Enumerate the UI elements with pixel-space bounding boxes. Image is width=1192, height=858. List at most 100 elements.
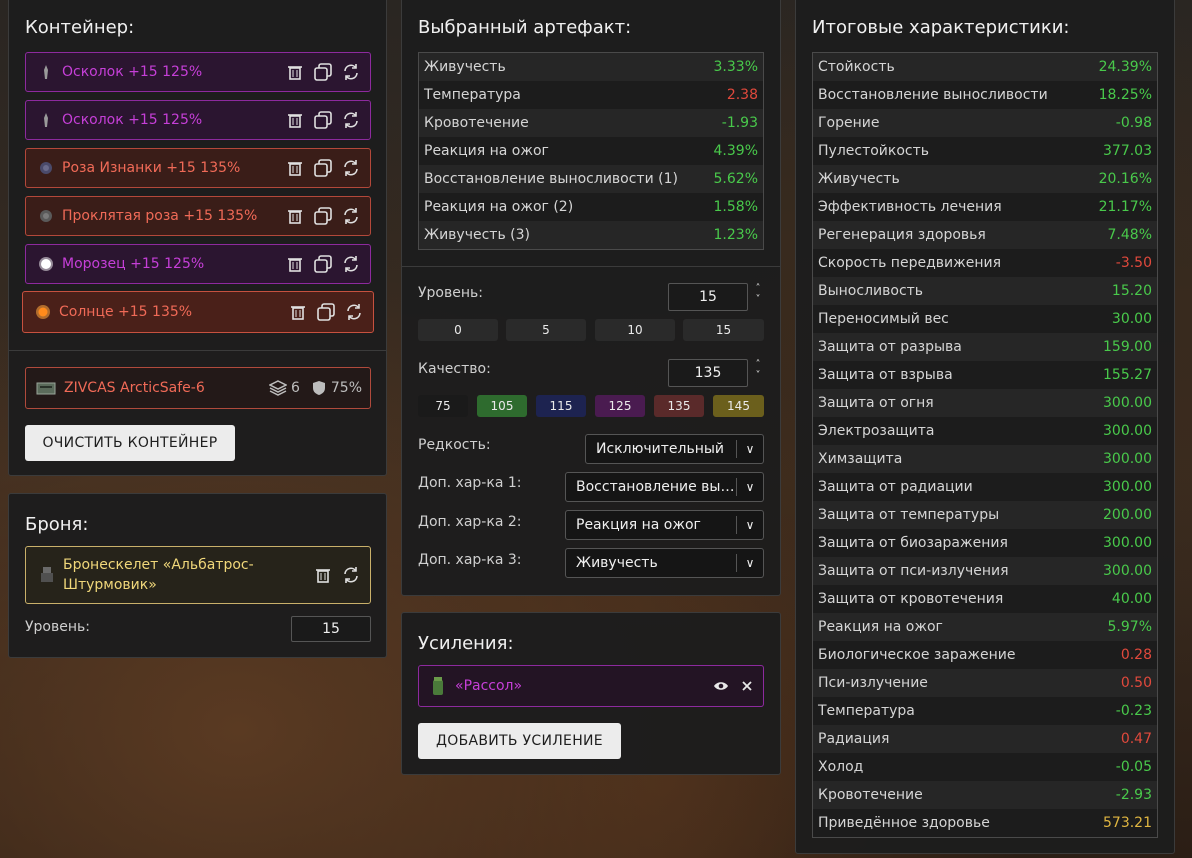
stat-value: 40.00 xyxy=(1111,591,1152,607)
level-input[interactable]: 15 xyxy=(668,283,748,311)
container-item-selected[interactable]: Солнце +15 135% xyxy=(22,291,374,333)
stat-value: 300.00 xyxy=(1103,535,1152,551)
trash-icon[interactable] xyxy=(286,207,304,225)
stat-value: 1.23% xyxy=(713,227,758,243)
swap-icon[interactable] xyxy=(342,566,360,588)
table-row: Радиация 0.47 xyxy=(813,725,1157,753)
container-item[interactable]: Роза Изнанки +15 135% xyxy=(25,148,371,188)
chevron-down-icon: ∨ xyxy=(745,556,755,570)
eye-icon[interactable] xyxy=(713,680,729,692)
stat-value: 573.21 xyxy=(1103,815,1152,831)
container-item[interactable]: Проклятая роза +15 135% xyxy=(25,196,371,236)
table-row: Пси-излучение 0.50 xyxy=(813,669,1157,697)
stat-value: -0.23 xyxy=(1115,703,1152,719)
quality-preset-button[interactable]: 105 xyxy=(477,395,527,417)
extra2-value: Реакция на ожог xyxy=(576,517,701,533)
armor-level-input[interactable]: 15 xyxy=(291,616,371,642)
swap-icon[interactable] xyxy=(345,303,363,321)
table-row: Переносимый вес 30.00 xyxy=(813,305,1157,333)
table-row: Защита от разрыва 159.00 xyxy=(813,333,1157,361)
stat-name: Реакция на ожог xyxy=(424,143,549,159)
table-row: Защита от пси-излучения 300.00 xyxy=(813,557,1157,585)
quality-input[interactable]: 135 xyxy=(668,359,748,387)
table-row: Защита от радиации 300.00 xyxy=(813,473,1157,501)
copy-icon[interactable] xyxy=(314,255,332,273)
quality-preset-button[interactable]: 75 xyxy=(418,395,468,417)
stat-value: 200.00 xyxy=(1103,507,1152,523)
divider xyxy=(402,266,780,267)
case-slots: 6 xyxy=(290,380,300,396)
container-case[interactable]: ZIVCAS ArcticSafe-6 6 75% xyxy=(25,367,371,409)
table-row: Кровотечение -1.93 xyxy=(419,109,763,137)
copy-icon[interactable] xyxy=(314,207,332,225)
trash-icon[interactable] xyxy=(286,111,304,129)
stat-name: Защита от температуры xyxy=(818,507,1000,523)
quality-label: Качество: xyxy=(418,361,491,377)
stat-name: Защита от пси-излучения xyxy=(818,563,1009,579)
trash-icon[interactable] xyxy=(286,159,304,177)
stat-value: 300.00 xyxy=(1103,395,1152,411)
trash-icon[interactable] xyxy=(316,567,330,587)
level-preset-button[interactable]: 10 xyxy=(595,319,675,341)
swap-icon[interactable] xyxy=(342,207,360,225)
table-row: Живучесть (3) 1.23% xyxy=(419,221,763,249)
stat-value: -2.93 xyxy=(1115,787,1152,803)
armor-item[interactable]: Бронескелет «Альбатрос-Штурмовик» xyxy=(25,546,371,604)
boost-item[interactable]: «Рассол» xyxy=(418,665,764,707)
level-preset-button[interactable]: 15 xyxy=(683,319,764,341)
container-item[interactable]: Осколок +15 125% xyxy=(25,100,371,140)
armor-name: Бронескелет «Альбатрос-Штурмовик» xyxy=(63,557,254,593)
table-row: Реакция на ожог 5.97% xyxy=(813,613,1157,641)
level-preset-button[interactable]: 0 xyxy=(418,319,498,341)
add-boost-button[interactable]: ДОБАВИТЬ УСИЛЕНИЕ xyxy=(418,723,621,759)
swap-icon[interactable] xyxy=(342,111,360,129)
quality-preset-button[interactable]: 115 xyxy=(536,395,586,417)
shard-icon xyxy=(38,64,54,80)
divider xyxy=(9,350,386,351)
copy-icon[interactable] xyxy=(314,111,332,129)
artifact-stats-table: Живучесть 3.33% Температура 2.38 Кровотече… xyxy=(418,52,764,250)
extra1-select[interactable]: Восстановление выносливости ∨ xyxy=(565,472,764,502)
quality-preset-button[interactable]: 135 xyxy=(654,395,704,417)
swap-icon[interactable] xyxy=(342,63,360,81)
totals-title: Итоговые характеристики: xyxy=(812,17,1070,38)
stat-value: -3.50 xyxy=(1115,255,1152,271)
table-row: Биологическое заражение 0.28 xyxy=(813,641,1157,669)
stat-value: 5.97% xyxy=(1107,619,1152,635)
trash-icon[interactable] xyxy=(286,63,304,81)
stat-name: Живучесть (3) xyxy=(424,227,530,243)
stat-value: 18.25% xyxy=(1098,87,1152,103)
clear-container-button[interactable]: ОЧИСТИТЬ КОНТЕЙНЕР xyxy=(25,425,235,461)
container-item[interactable]: Осколок +15 125% xyxy=(25,52,371,92)
spinner-icon[interactable]: ˄ ˅ xyxy=(751,283,765,305)
stat-value: 24.39% xyxy=(1098,59,1152,75)
stat-value: 159.00 xyxy=(1103,339,1152,355)
rarity-select[interactable]: Исключительный ∨ xyxy=(585,434,764,464)
copy-icon[interactable] xyxy=(314,159,332,177)
table-row: Химзащита 300.00 xyxy=(813,445,1157,473)
quality-preset-button[interactable]: 145 xyxy=(713,395,764,417)
stat-name: Горение xyxy=(818,115,880,131)
stat-name: Защита от кровотечения xyxy=(818,591,1004,607)
trash-icon[interactable] xyxy=(286,255,304,273)
case-name: ZIVCAS ArcticSafe-6 xyxy=(64,380,205,396)
stat-value: 15.20 xyxy=(1111,283,1152,299)
stat-name: Химзащита xyxy=(818,451,903,467)
close-icon[interactable] xyxy=(741,680,753,692)
trash-icon[interactable] xyxy=(289,303,307,321)
stat-value: 0.28 xyxy=(1120,647,1152,663)
stat-name: Температура xyxy=(818,703,915,719)
container-item[interactable]: Морозец +15 125% xyxy=(25,244,371,284)
level-preset-button[interactable]: 5 xyxy=(506,319,586,341)
container-item-label: Проклятая роза +15 135% xyxy=(62,208,258,224)
swap-icon[interactable] xyxy=(342,255,360,273)
extra3-select[interactable]: Живучесть ∨ xyxy=(565,548,764,578)
copy-icon[interactable] xyxy=(317,303,335,321)
table-row: Восстановление выносливости (1) 5.62% xyxy=(419,165,763,193)
copy-icon[interactable] xyxy=(314,63,332,81)
extra2-select[interactable]: Реакция на ожог ∨ xyxy=(565,510,764,540)
armor-title: Броня: xyxy=(25,514,89,535)
spinner-icon[interactable]: ˄ ˅ xyxy=(751,359,765,381)
quality-preset-button[interactable]: 125 xyxy=(595,395,645,417)
swap-icon[interactable] xyxy=(342,159,360,177)
